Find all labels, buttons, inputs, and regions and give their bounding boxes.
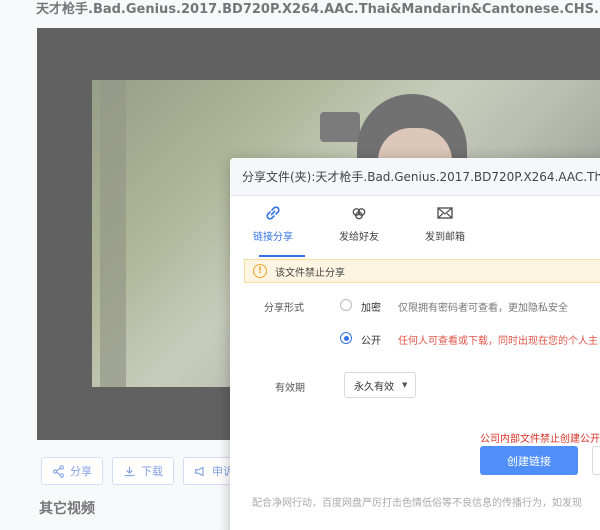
cancel-button[interactable]	[592, 446, 600, 475]
validity-select[interactable]: 永久有效 ▼	[344, 372, 416, 398]
tab-link-share[interactable]: 链接分享	[230, 198, 316, 254]
tab-link-share-label: 链接分享	[253, 232, 293, 243]
share-dialog: 分享文件(夹):天才枪手.Bad.Genius.2017.BD720P.X264…	[230, 158, 600, 530]
option-public-desc: 任何人可查看或下载，同时出现在您的个人主	[398, 336, 598, 347]
internal-file-note: 公司内部文件禁止创建公开	[480, 434, 600, 445]
option-encrypted-name: 加密	[361, 303, 381, 314]
friends-icon	[352, 208, 366, 220]
chevron-down-icon: ▼	[402, 381, 408, 389]
link-icon	[266, 206, 280, 220]
tab-send-friends-label: 发给好友	[339, 232, 379, 243]
tab-send-email[interactable]: 发到邮箱	[402, 198, 488, 254]
dialog-title: 分享文件(夹):天才枪手.Bad.Genius.2017.BD720P.X264…	[230, 158, 600, 196]
share-tabs: 链接分享 发给好友 发到邮箱	[230, 198, 488, 254]
warning-text: 该文件禁止分享	[275, 267, 345, 279]
tab-send-friends[interactable]: 发给好友	[316, 198, 402, 254]
footer-policy-note: 配合净网行动，百度网盘严厉打击色情低俗等不良信息的传播行为，如发现	[252, 498, 582, 509]
share-form-label: 分享形式	[264, 303, 304, 314]
validity-label: 有效期	[275, 383, 305, 394]
mail-icon	[437, 207, 453, 219]
share-forbidden-banner: ! 该文件禁止分享	[244, 259, 600, 283]
warning-icon: !	[253, 264, 267, 278]
radio-encrypted[interactable]	[340, 299, 352, 311]
tab-send-email-label: 发到邮箱	[425, 232, 465, 243]
option-encrypted-desc: 仅限拥有密码者可查看，更加隐私安全	[398, 303, 568, 314]
validity-value: 永久有效	[354, 381, 394, 393]
create-link-button[interactable]: 创建链接	[480, 446, 578, 475]
option-public-name: 公开	[361, 336, 381, 347]
active-tab-indicator	[259, 255, 305, 257]
radio-public[interactable]	[340, 332, 352, 344]
